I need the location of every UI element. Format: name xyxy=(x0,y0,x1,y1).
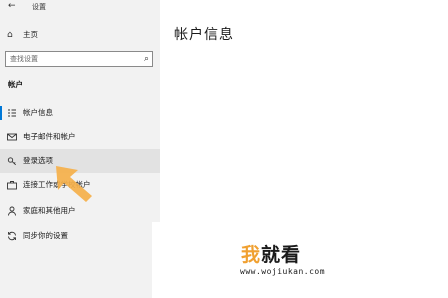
back-arrow-icon[interactable]: ← xyxy=(8,1,16,11)
section-title: 帐户 xyxy=(8,80,23,89)
search-box[interactable]: ⌕ xyxy=(5,51,153,67)
sidebar: ← 设置 ⌂ 主页 ⌕ 帐户 帐户信息 电子邮件和帐户 登录选项 连接工作或学校… xyxy=(0,0,160,298)
search-icon[interactable]: ⌕ xyxy=(144,53,149,65)
briefcase-icon xyxy=(7,179,17,191)
watermark-brand-1: 我 xyxy=(241,244,262,266)
sidebar-item-label: 家庭和其他用户 xyxy=(23,206,76,215)
family-icon xyxy=(7,205,17,217)
sidebar-item-label: 帐户信息 xyxy=(23,108,53,117)
sidebar-item-label: 电子邮件和帐户 xyxy=(23,132,76,141)
sidebar-item-label: 登录选项 xyxy=(23,156,53,165)
key-icon xyxy=(7,155,17,167)
mail-icon xyxy=(7,131,17,143)
account-info-icon xyxy=(7,107,17,119)
pointer-arrow-icon xyxy=(56,166,92,202)
home-nav-item[interactable]: ⌂ 主页 xyxy=(0,27,160,43)
sidebar-item-sync-settings[interactable]: 同步你的设置 xyxy=(0,224,160,248)
home-icon: ⌂ xyxy=(7,30,13,40)
sidebar-item-account-info[interactable]: 帐户信息 xyxy=(0,101,160,125)
active-indicator xyxy=(0,106,2,120)
home-label: 主页 xyxy=(23,30,38,39)
app-title: 设置 xyxy=(32,3,46,11)
title-bar: ← 设置 xyxy=(0,0,160,14)
search-input[interactable] xyxy=(6,52,140,66)
page-title: 帐户信息 xyxy=(174,27,234,43)
sidebar-item-email-accounts[interactable]: 电子邮件和帐户 xyxy=(0,125,160,149)
watermark: 我就看 www.wojiukan.com xyxy=(152,222,448,298)
watermark-url: www.wojiukan.com xyxy=(240,267,326,276)
sync-icon xyxy=(7,230,17,242)
sidebar-item-label: 同步你的设置 xyxy=(23,231,68,240)
watermark-brand-2: 就看 xyxy=(261,244,302,266)
watermark-logo: 我就看 xyxy=(241,240,301,267)
